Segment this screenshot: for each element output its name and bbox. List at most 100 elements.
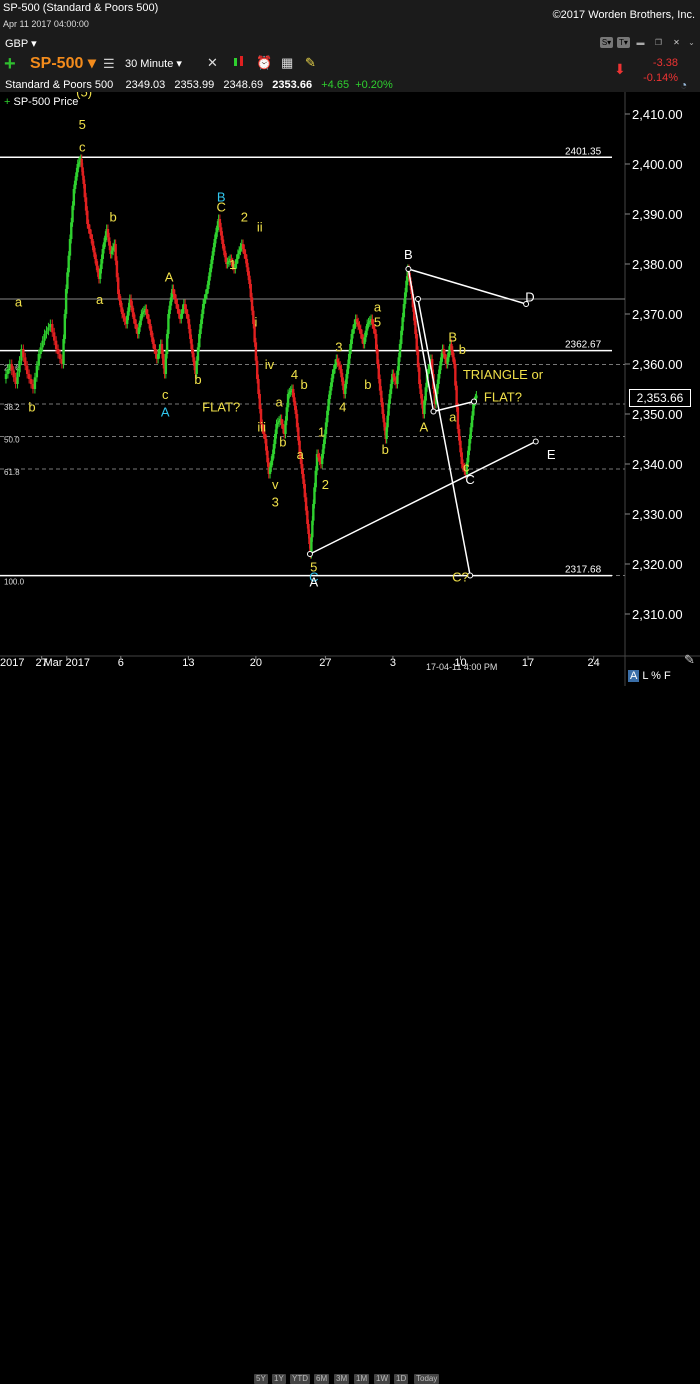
horizontal-level-label: 2401.35: [565, 146, 602, 157]
scale-mode-rest[interactable]: L % F: [642, 670, 670, 682]
fib-level-label: 61.8: [4, 468, 20, 477]
low-value: 2348.69: [223, 79, 264, 91]
candlestick-icon[interactable]: [232, 55, 246, 72]
close-icon[interactable]: ✕: [670, 37, 683, 48]
range-6m[interactable]: 6M: [314, 1374, 330, 1384]
range-5y[interactable]: 5Y: [254, 1374, 268, 1384]
wave-annotation: 3: [272, 495, 279, 510]
range-1m[interactable]: 1M: [354, 1374, 370, 1384]
note-icon[interactable]: ✎: [305, 55, 316, 71]
calendar-icon[interactable]: ▦: [281, 55, 293, 71]
wave-annotation: 4: [339, 400, 346, 415]
wave-annotation: ii: [257, 220, 263, 235]
candle-body: [24, 357, 27, 366]
chevron-down-icon[interactable]: ⌄: [685, 37, 698, 48]
range-3m[interactable]: 3M: [334, 1374, 350, 1384]
wave-annotation: C: [465, 472, 474, 487]
restore-icon[interactable]: ❐: [652, 37, 665, 48]
wave-point: [470, 398, 477, 405]
wave-annotation: A: [309, 575, 318, 590]
chart-window-title: SP-500 (Standard & Poors 500): [3, 2, 159, 14]
copyright: ©2017 Worden Brothers, Inc.: [552, 9, 695, 21]
wave-annotation: 5: [374, 315, 381, 330]
wave-annotation: b: [459, 342, 466, 357]
currency-select[interactable]: GBP ▾: [5, 37, 37, 50]
range-1y[interactable]: 1Y: [272, 1374, 286, 1384]
wave-annotation: b: [279, 435, 286, 450]
chart-date: Apr 11 2017 04:00:00: [3, 19, 89, 29]
wave-point: [405, 266, 412, 272]
scale-s-button[interactable]: S▾: [600, 37, 613, 48]
range-today[interactable]: Today: [414, 1374, 440, 1384]
candle-body: [10, 364, 13, 371]
range-ytd[interactable]: YTD: [290, 1374, 310, 1384]
interval-select[interactable]: 30 Minute ▾: [125, 57, 182, 70]
scale-t-button[interactable]: T▾: [617, 37, 630, 48]
menu-icon[interactable]: ☰: [103, 56, 115, 72]
y-tick-label: 2,380.00: [632, 257, 683, 272]
pencil-icon[interactable]: ✎: [684, 652, 695, 668]
candle-body: [4, 374, 8, 379]
symbol-select[interactable]: SP-500 ▾: [30, 53, 96, 73]
change-pct-value: +0.20%: [355, 79, 393, 91]
wave-annotation: 1: [229, 257, 236, 272]
wave-point: [415, 296, 422, 302]
wave-annotation: i: [254, 315, 257, 330]
wave-annotation: C?: [452, 570, 469, 585]
wave-annotation: b: [301, 377, 308, 392]
candle-body: [16, 372, 19, 384]
legend-label: SP-500 Price: [13, 96, 79, 108]
wave-annotation: FLAT?: [202, 400, 240, 415]
change-value: +4.65: [321, 79, 350, 91]
scale-mode-options[interactable]: A L % F: [628, 670, 671, 682]
wave-annotation: b: [109, 210, 116, 225]
y-tick-label: 2,310.00: [632, 607, 683, 622]
right-change-pct: -0.14%: [643, 72, 678, 84]
candle-body: [56, 349, 60, 354]
candle-body: [51, 324, 54, 333]
legend: + SP-500 Price: [4, 96, 78, 108]
wave-annotation: a: [15, 295, 23, 310]
wave-point: [306, 551, 313, 557]
legend-plus-icon[interactable]: +: [4, 96, 10, 108]
right-change: -3.38: [652, 57, 678, 69]
candle-body: [53, 332, 56, 341]
candle-body: [45, 330, 48, 334]
wave-annotation: iii: [257, 420, 266, 435]
wave-annotation: A: [419, 420, 428, 435]
wave-annotation: b: [382, 442, 389, 457]
range-1d[interactable]: 1D: [394, 1374, 409, 1384]
range-bar: 5Y 1Y YTD 6M 3M 1M 1W 1D Today: [0, 686, 700, 1384]
candle-body: [29, 379, 33, 384]
candle-body: [39, 347, 42, 354]
fib-level-label: 38.2: [4, 403, 20, 412]
candle-body: [22, 349, 25, 358]
minimize-icon[interactable]: ▬: [634, 37, 647, 48]
scale-mode-a[interactable]: A: [628, 670, 640, 682]
alarm-icon[interactable]: ⏰: [256, 55, 272, 71]
x-tick-label: 2017: [0, 657, 24, 669]
candle-body: [58, 354, 62, 359]
open-value: 2349.03: [125, 79, 166, 91]
wave-annotation: a: [374, 300, 382, 315]
y-tick-label: 2,340.00: [632, 457, 683, 472]
candle-body: [25, 365, 29, 374]
wave-annotation: a: [96, 292, 104, 307]
last-value: 2353.66: [272, 79, 313, 91]
price-chart[interactable]: 2,310.00 2,320.00 2,330.00 2,340.00 2,350.00…: [0, 92, 700, 686]
wave-annotation: A: [165, 270, 174, 285]
wave-annotation: iv: [265, 357, 275, 372]
wave-annotation: b: [28, 400, 35, 415]
candle-body: [27, 374, 31, 379]
candle-body: [43, 334, 46, 341]
candle-body: [35, 365, 39, 378]
candle-body: [18, 360, 21, 373]
chart-background: [0, 92, 700, 686]
palette-icon[interactable]: ◔: [680, 78, 687, 92]
plus-icon[interactable]: +: [4, 54, 16, 74]
range-1w[interactable]: 1W: [374, 1374, 390, 1384]
high-value: 2353.99: [174, 79, 215, 91]
candle-body: [54, 340, 58, 349]
wave-annotation: E: [547, 447, 556, 462]
wrench-icon[interactable]: ✕: [207, 55, 218, 71]
